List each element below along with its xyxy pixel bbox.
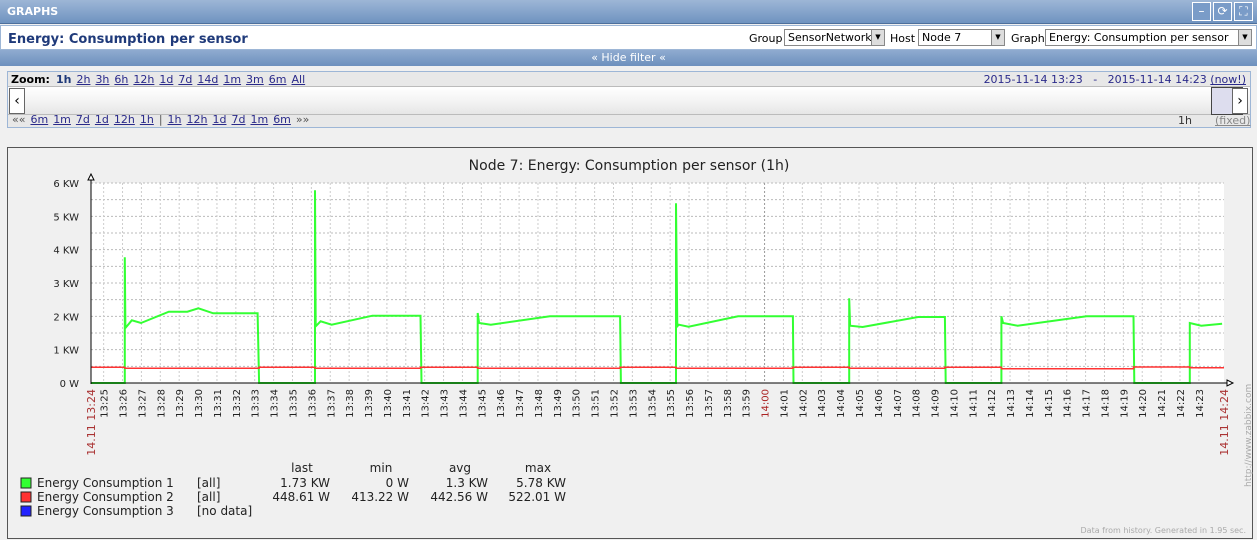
y-tick-label: 2 KW	[53, 312, 79, 323]
legend-series-name: Energy Consumption 2	[37, 490, 174, 504]
x-tick-label: 13:25	[100, 389, 111, 418]
chart: Node 7: Energy: Consumption per sensor (…	[20, 158, 1254, 535]
legend-header-max: max	[525, 461, 551, 475]
x-tick-label: 14:13	[1006, 389, 1017, 418]
x-tick-label: 13:48	[534, 389, 545, 418]
x-tick-label: 13:32	[232, 389, 243, 418]
x-tick-label: 13:35	[288, 389, 299, 418]
x-tick-label: 13:37	[326, 389, 337, 418]
x-tick-label: 13:53	[628, 389, 639, 418]
x-tick-label: 14:06	[874, 389, 885, 418]
y-axis-arrow-icon	[87, 172, 95, 181]
x-tick-label: 13:43	[440, 389, 451, 418]
y-tick-label: 6 KW	[53, 179, 79, 190]
legend-color-swatch	[20, 505, 32, 517]
x-tick-label: 14:16	[1063, 389, 1074, 418]
x-tick-label: 14:09	[931, 389, 942, 418]
y-tick-label: 0 W	[60, 379, 80, 390]
x-tick-label: 14:08	[912, 389, 923, 418]
x-tick-label: 14:03	[817, 389, 828, 418]
legend-last: 448.61 W	[272, 490, 330, 504]
x-tick-label: 14:04	[836, 389, 847, 418]
legend-last: 1.73 KW	[280, 476, 330, 490]
x-tick-label: 13:57	[704, 389, 715, 418]
legend-avg: 442.56 W	[430, 490, 488, 504]
x-tick-label: 13:47	[515, 389, 526, 418]
x-tick-label: 14:10	[949, 389, 960, 418]
x-tick-label: 13:31	[213, 389, 224, 418]
legend-header-avg: avg	[449, 461, 471, 475]
x-tick-label: 13:55	[666, 389, 677, 418]
x-start-label: 14.11 13:24	[85, 389, 98, 456]
x-tick-label: 13:26	[119, 389, 130, 418]
legend-color-swatch	[20, 491, 32, 503]
x-tick-label: 13:41	[402, 389, 413, 418]
x-tick-label: 14:12	[987, 389, 998, 418]
x-axis-arrow-icon	[1226, 379, 1235, 387]
x-tick-label: 13:44	[458, 389, 469, 418]
x-tick-label: 14:01	[779, 389, 790, 418]
legend-scope: [all]	[197, 490, 220, 504]
legend-min: 0 W	[386, 476, 409, 490]
legend-series-name: Energy Consumption 3	[37, 504, 174, 518]
x-tick-label: 14:02	[798, 389, 809, 418]
x-tick-label: 14:07	[893, 389, 904, 418]
legend-max: 522.01 W	[508, 490, 566, 504]
zabbix-watermark: http://www.zabbix.com	[1244, 384, 1254, 487]
x-tick-label: 13:59	[742, 389, 753, 418]
legend-header-last: last	[291, 461, 313, 475]
x-tick-label: 13:29	[175, 389, 186, 418]
legend-min: 413.22 W	[351, 490, 409, 504]
x-end-label: 14.11 14:24	[1218, 389, 1231, 456]
x-tick-label: 13:46	[496, 389, 507, 418]
x-tick-label: 14:00	[761, 389, 772, 418]
x-tick-label: 14:22	[1176, 389, 1187, 418]
x-tick-label: 14:17	[1082, 389, 1093, 418]
x-tick-label: 13:34	[270, 389, 281, 418]
x-tick-label: 13:39	[364, 389, 375, 418]
x-tick-label: 13:50	[572, 389, 583, 418]
x-tick-label: 14:05	[855, 389, 866, 418]
legend-color-swatch	[20, 477, 32, 489]
x-tick-label: 14:15	[1044, 389, 1055, 418]
graph-footer: Data from history. Generated in 1.95 sec…	[1081, 526, 1246, 535]
y-tick-label: 5 KW	[53, 212, 79, 223]
x-tick-label: 13:52	[610, 389, 621, 418]
y-tick-label: 3 KW	[53, 279, 79, 290]
x-tick-label: 13:49	[553, 389, 564, 418]
x-tick-label: 14:23	[1195, 389, 1206, 418]
x-tick-label: 13:42	[421, 389, 432, 418]
x-tick-label: 13:51	[591, 389, 602, 418]
legend-avg: 1.3 KW	[446, 476, 488, 490]
x-tick-label: 14:11	[968, 389, 979, 418]
x-tick-label: 13:54	[647, 389, 658, 418]
x-tick-label: 13:33	[251, 389, 262, 418]
x-tick-label: 14:21	[1157, 389, 1168, 418]
y-tick-label: 1 KW	[53, 346, 79, 357]
legend-series-name: Energy Consumption 1	[37, 476, 174, 490]
x-tick-label: 13:58	[723, 389, 734, 418]
x-tick-label: 14:14	[1025, 389, 1036, 418]
x-tick-label: 14:20	[1138, 389, 1149, 418]
legend-scope: [all]	[197, 476, 220, 490]
legend-header-min: min	[370, 461, 393, 475]
legend-scope: [no data]	[197, 504, 252, 518]
x-tick-label: 13:27	[137, 389, 148, 418]
x-tick-label: 13:36	[307, 389, 318, 418]
y-tick-label: 4 KW	[53, 246, 79, 257]
x-tick-label: 13:28	[156, 389, 167, 418]
chart-title: Node 7: Energy: Consumption per sensor (…	[469, 158, 790, 174]
x-tick-label: 13:45	[477, 389, 488, 418]
x-tick-label: 13:56	[685, 389, 696, 418]
x-tick-label: 13:30	[194, 389, 205, 418]
x-tick-label: 14:19	[1119, 389, 1130, 418]
x-tick-label: 14:18	[1100, 389, 1111, 418]
legend-max: 5.78 KW	[516, 476, 566, 490]
x-tick-label: 13:40	[383, 389, 394, 418]
x-tick-label: 13:38	[345, 389, 356, 418]
